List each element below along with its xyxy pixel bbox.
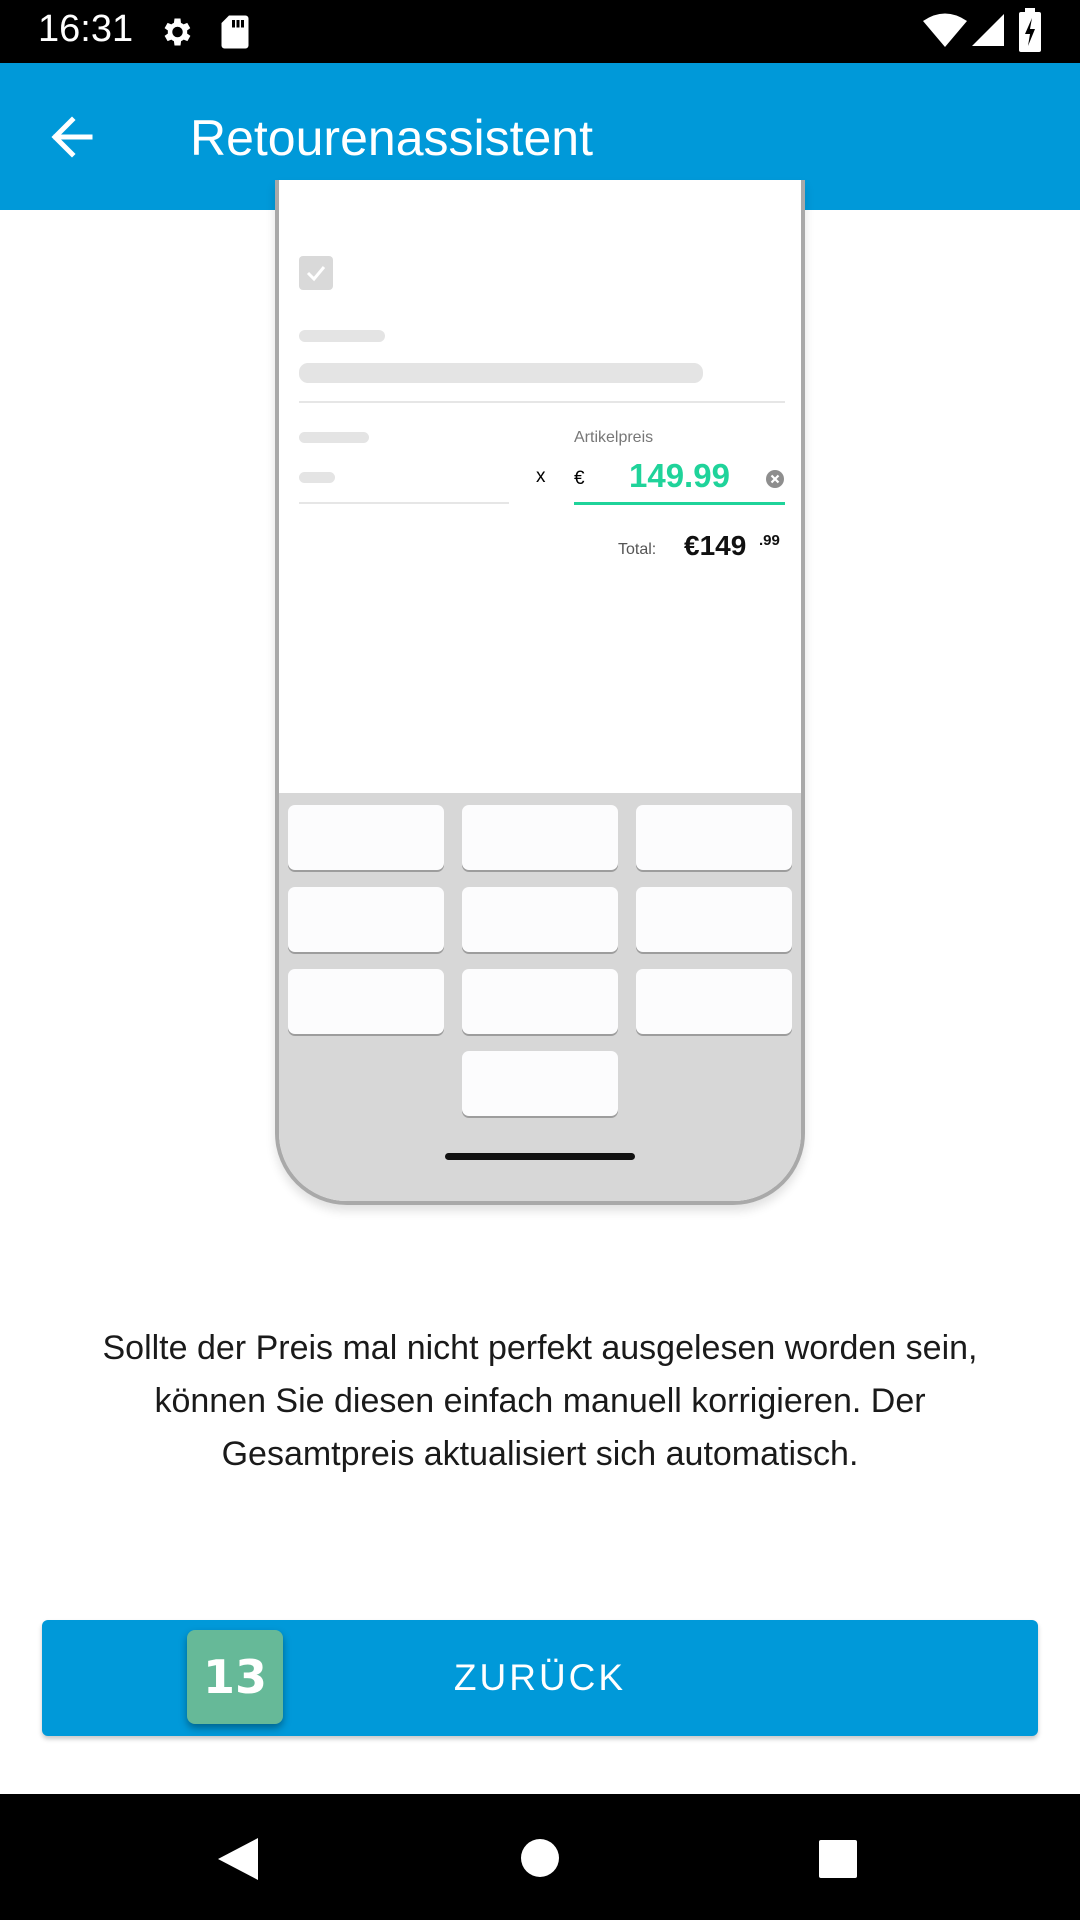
keypad-key (636, 969, 792, 1034)
signal-icon (972, 14, 1004, 46)
quantity-underline (299, 502, 509, 504)
total-label: Total: (618, 541, 657, 558)
price-value: 149.99 (629, 457, 730, 494)
settings-icon (164, 18, 191, 46)
keypad-key (462, 805, 618, 870)
nav-recents-icon[interactable] (818, 1839, 858, 1879)
navigation-bar (0, 1794, 1080, 1920)
wifi-icon (923, 13, 967, 47)
tutorial-illustration: x Artikelpreis € 149.99 Total: €149 .99 (275, 180, 805, 1205)
placeholder-line (299, 363, 703, 383)
currency-symbol: € (574, 468, 585, 489)
sd-card-icon (221, 15, 249, 49)
placeholder-line (299, 472, 335, 483)
keypad-key (636, 887, 792, 952)
price-field-underline (574, 502, 785, 505)
price-label: Artikelpreis (574, 429, 654, 446)
keypad-key (288, 969, 444, 1034)
step-badge: 13 (187, 1630, 283, 1724)
total-cents: .99 (759, 532, 780, 549)
placeholder-line (299, 432, 369, 443)
battery-icon (1019, 8, 1041, 52)
keypad-key (636, 805, 792, 870)
quantity-multiplier: x (536, 466, 546, 487)
nav-back-icon[interactable] (216, 1836, 260, 1882)
keypad-key (462, 969, 618, 1034)
keypad-key (462, 887, 618, 952)
keypad-key (288, 805, 444, 870)
tutorial-description: Sollte der Preis mal nicht perfekt ausge… (102, 1329, 978, 1473)
page-title: Retourenassistent (190, 110, 594, 166)
clear-icon (766, 470, 784, 488)
total-value: €149 (684, 530, 747, 561)
keypad-key (288, 887, 444, 952)
arrow-left-icon (51, 116, 93, 158)
keypad-key (462, 1051, 618, 1116)
nav-home-icon[interactable] (520, 1838, 560, 1878)
back-button[interactable] (36, 100, 110, 174)
status-time: 16:31 (38, 8, 134, 50)
divider (299, 401, 785, 403)
checkmark-icon (306, 266, 326, 282)
keypad-illustration (279, 793, 801, 1201)
status-bar: 16:31 (0, 0, 1080, 63)
home-indicator (445, 1153, 635, 1160)
checkbox-illustration (299, 256, 333, 290)
placeholder-line (299, 330, 385, 342)
